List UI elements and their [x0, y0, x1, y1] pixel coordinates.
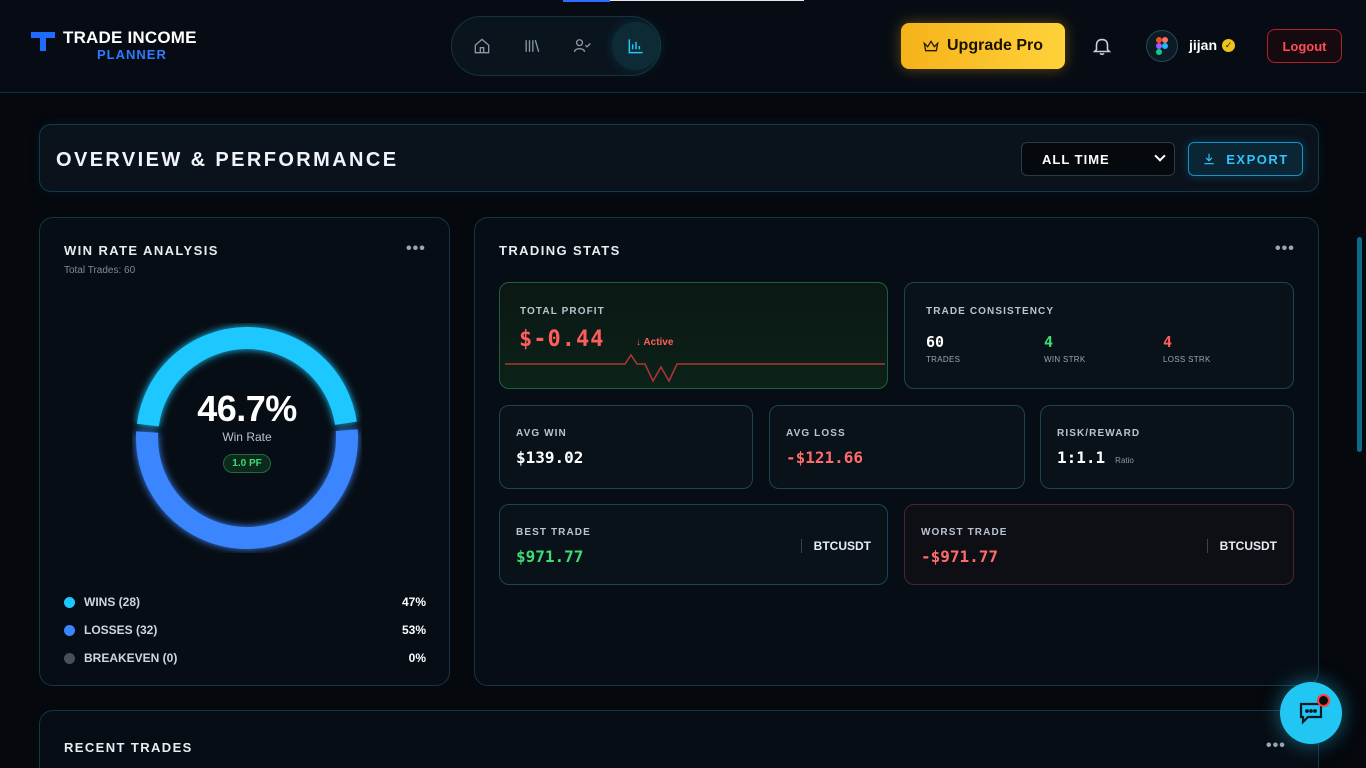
export-label: EXPORT [1226, 151, 1289, 167]
legend-label: LOSSES (32) [84, 623, 158, 637]
win-rate-title: WIN RATE ANALYSIS [64, 243, 219, 258]
verified-icon: ✓ [1222, 38, 1236, 52]
library-icon [525, 39, 540, 53]
legend-wins: WINS (28) 47% [64, 588, 426, 616]
username-text: jijan [1189, 37, 1218, 53]
legend-percent: 53% [401, 623, 426, 637]
nav-home[interactable] [462, 26, 502, 66]
win-streak-value: 4 [1044, 333, 1054, 351]
worst-trade-card: WORST TRADE -$971.77 BTCUSDT [904, 504, 1294, 585]
bar-chart-icon [628, 39, 643, 54]
recent-trades-panel: RECENT TRADES ••• [39, 710, 1319, 768]
risk-reward-value-row: 1:1.1 Ratio [1057, 448, 1134, 467]
total-profit-label: TOTAL PROFIT [520, 306, 605, 317]
top-bar: TRADE INCOME PLANNER Upgrade Pro jijan ✓… [0, 0, 1366, 93]
legend-dot [64, 652, 75, 664]
total-trades-text: Total Trades: 60 [64, 265, 136, 276]
time-range-value: ALL TIME [1042, 151, 1110, 167]
brand-subtitle: PLANNER [97, 47, 167, 62]
main-nav [451, 16, 661, 76]
nav-library[interactable] [512, 26, 552, 66]
upgrade-pro-label: Upgrade Pro [946, 37, 1043, 54]
bell-icon[interactable] [1091, 35, 1113, 57]
more-options-icon[interactable]: ••• [1275, 240, 1295, 258]
risk-reward-card: RISK/REWARD 1:1.1 Ratio [1040, 405, 1294, 489]
trades-count-label: TRADES [926, 355, 961, 364]
time-range-select[interactable]: ALL TIME [1021, 142, 1175, 176]
user-check-icon [573, 39, 591, 53]
page-scrollbar[interactable] [1357, 237, 1362, 452]
loss-streak-label: LOSS STRK [1163, 355, 1211, 364]
trade-consistency-label: TRADE CONSISTENCY [926, 306, 1055, 317]
best-trade-symbol: BTCUSDT [800, 539, 871, 553]
legend-label: WINS (28) [84, 595, 141, 609]
trading-stats-title: TRADING STATS [499, 243, 621, 258]
best-trade-value: $971.77 [516, 547, 584, 566]
loss-streak-value: 4 [1163, 333, 1173, 351]
recent-trades-title: RECENT TRADES [64, 740, 193, 755]
win-rate-value: 46.7% [197, 388, 297, 429]
legend-losses: LOSSES (32) 53% [64, 616, 426, 644]
avg-loss-value: -$121.66 [786, 448, 864, 467]
download-icon [1204, 153, 1214, 165]
overview-header: OVERVIEW & PERFORMANCE ALL TIME EXPORT [39, 124, 1319, 192]
trade-consistency-card: TRADE CONSISTENCY 60 TRADES 4 WIN STRK 4… [904, 282, 1294, 389]
avg-loss-label: AVG LOSS [786, 428, 846, 439]
worst-trade-value: -$971.77 [921, 547, 999, 566]
win-streak-label: WIN STRK [1044, 355, 1086, 364]
best-trade-card: BEST TRADE $971.77 BTCUSDT [499, 504, 888, 585]
figma-icon [1156, 37, 1168, 55]
risk-reward-sub: Ratio [1115, 456, 1134, 465]
nav-users[interactable] [562, 26, 602, 66]
chevron-down-icon [1154, 150, 1166, 162]
consistency-win-streak: 4 WIN STRK [1044, 333, 1086, 364]
legend-breakeven: BREAKEVEN (0) 0% [64, 644, 426, 672]
more-options-icon[interactable]: ••• [406, 240, 426, 258]
legend-dot [64, 624, 75, 636]
more-options-icon[interactable]: ••• [1266, 737, 1286, 755]
profit-factor-badge: 1.0 PF [223, 454, 271, 473]
nav-analytics[interactable] [612, 22, 660, 70]
profit-status: ↓ Active [636, 337, 674, 348]
notification-dot [1317, 694, 1330, 707]
page-title: OVERVIEW & PERFORMANCE [56, 149, 399, 171]
crown-icon [923, 40, 939, 52]
best-trade-label: BEST TRADE [516, 527, 591, 538]
risk-reward-value: 1:1.1 [1057, 448, 1106, 467]
avg-win-label: AVG WIN [516, 428, 567, 439]
win-rate-legend: WINS (28) 47% LOSSES (32) 53% BREAKEVEN … [64, 588, 426, 672]
worst-trade-symbol: BTCUSDT [1206, 539, 1277, 553]
upgrade-pro-button[interactable]: Upgrade Pro [901, 23, 1065, 69]
username[interactable]: jijan ✓ [1189, 37, 1236, 53]
win-rate-center: 46.7% Win Rate 1.0 PF [132, 388, 362, 473]
avg-loss-card: AVG LOSS -$121.66 [769, 405, 1025, 489]
avg-win-value: $139.02 [516, 448, 584, 467]
avatar[interactable] [1146, 30, 1178, 62]
worst-trade-label: WORST TRADE [921, 527, 1008, 538]
legend-dot [64, 596, 75, 608]
brand-title: TRADE INCOME [63, 28, 197, 47]
win-rate-panel: WIN RATE ANALYSIS ••• Total Trades: 60 4… [39, 217, 450, 686]
avg-win-card: AVG WIN $139.02 [499, 405, 753, 489]
legend-label: BREAKEVEN (0) [84, 651, 178, 665]
trades-count: 60 [926, 333, 945, 351]
logout-button[interactable]: Logout [1267, 29, 1342, 63]
total-profit-card: TOTAL PROFIT $-0.44 ↓ Active [499, 282, 888, 389]
brand-logo[interactable]: TRADE INCOME PLANNER [31, 29, 197, 61]
legend-percent: 47% [401, 595, 426, 609]
total-profit-value: $-0.44 [519, 327, 605, 352]
risk-reward-label: RISK/REWARD [1057, 428, 1141, 439]
legend-percent: 0% [408, 651, 426, 665]
export-button[interactable]: EXPORT [1188, 142, 1303, 176]
trading-stats-panel: TRADING STATS ••• TOTAL PROFIT $-0.44 ↓ … [474, 217, 1319, 686]
logo-icon [31, 29, 59, 53]
consistency-trades: 60 TRADES [926, 333, 960, 364]
home-icon [474, 38, 490, 54]
top-progress-indicator [563, 0, 804, 2]
chat-button[interactable] [1280, 682, 1342, 744]
profit-sparkline [505, 353, 885, 383]
win-rate-label: Win Rate [222, 430, 272, 444]
consistency-loss-streak: 4 LOSS STRK [1163, 333, 1211, 364]
